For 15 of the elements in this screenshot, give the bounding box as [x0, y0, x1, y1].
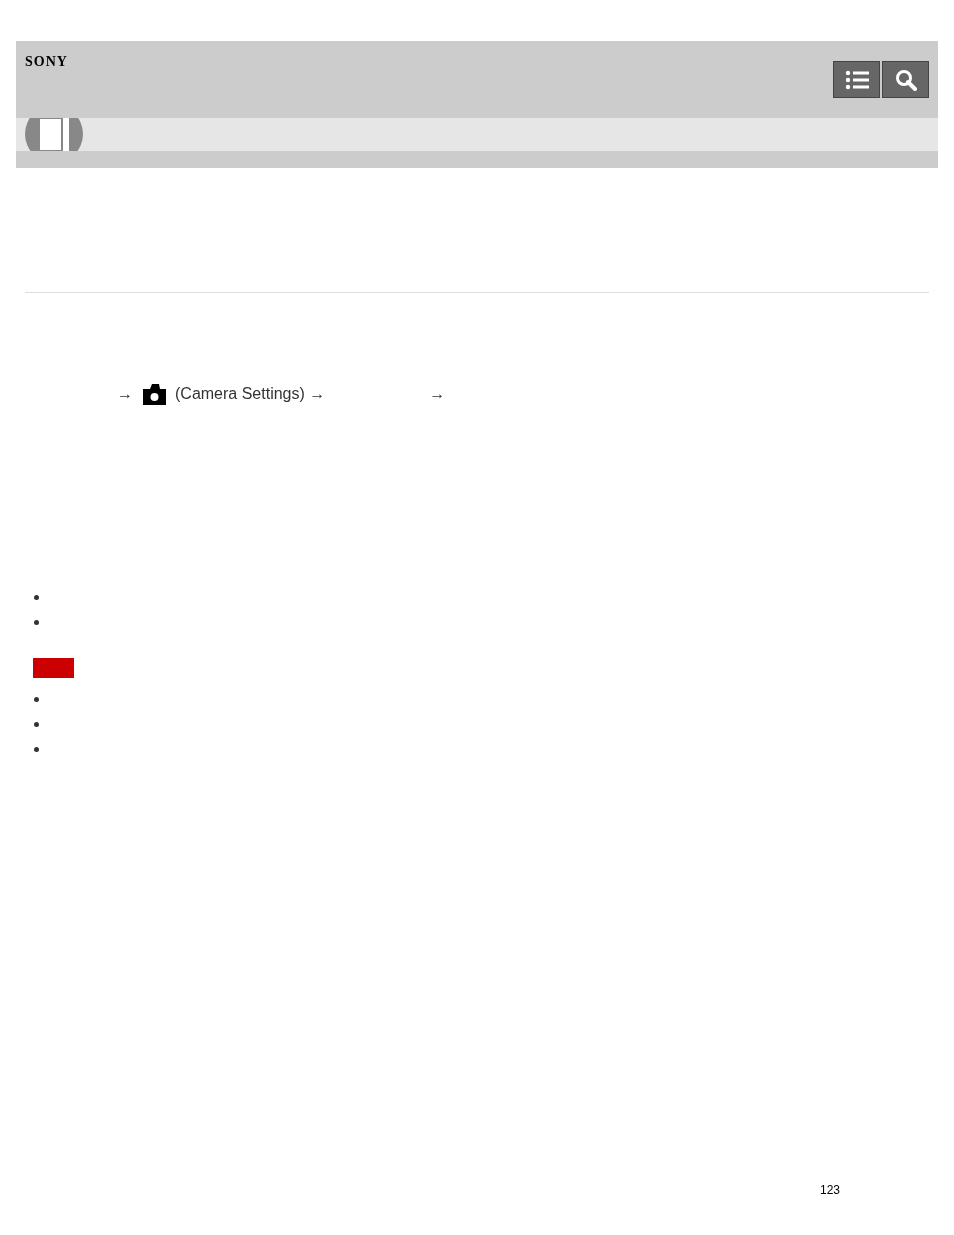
bullet-icon — [34, 696, 39, 702]
search-icon — [894, 68, 917, 91]
bullet-icon — [34, 746, 39, 752]
bullet-icon — [34, 721, 39, 727]
menu-path-text: (Camera Settings) → — [175, 384, 326, 404]
sony-logo[interactable]: SONY — [25, 54, 68, 70]
arrow: → — [117, 384, 133, 404]
search-button[interactable] — [882, 61, 929, 98]
contents-button[interactable] — [833, 61, 880, 98]
page-number: 123 — [820, 1183, 841, 1197]
list-icon — [844, 69, 869, 90]
camera-icon — [143, 383, 166, 405]
bullet-icon — [34, 594, 39, 600]
bullet-icon — [34, 619, 39, 625]
arrow: → — [429, 384, 446, 404]
